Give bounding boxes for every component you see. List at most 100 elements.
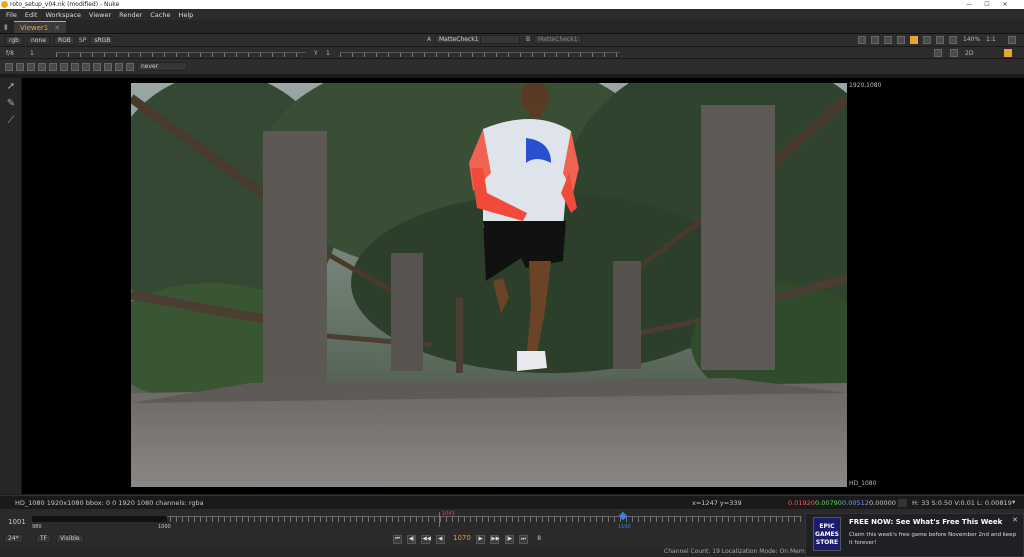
pixel-r-value: 0.01920 (788, 499, 815, 507)
close-button[interactable]: ✕ (998, 0, 1012, 9)
overlay-icon[interactable] (871, 36, 879, 44)
menu-viewer[interactable]: Viewer (89, 11, 111, 19)
notification-close-icon[interactable]: ✕ (1012, 516, 1018, 524)
fps-dropdown[interactable]: 24* (4, 534, 23, 543)
settings-gear-icon[interactable] (5, 62, 13, 71)
play-backward-fast-button[interactable]: ◀◀ (421, 535, 431, 544)
bezier-tool-icon[interactable]: ✎ (5, 98, 17, 110)
notification-toast[interactable]: EPIC GAMES STORE FREE NOW: See What's Fr… (805, 513, 1024, 557)
timeline-label-1000: 1000 (158, 524, 171, 530)
play-backward-button[interactable]: ◀ (435, 535, 445, 544)
menu-file[interactable]: File (6, 11, 17, 19)
pixel-g-value: 0.00790 (815, 499, 842, 507)
composite-mode-dropdown[interactable] (480, 35, 520, 44)
nuke-app-icon (1, 1, 8, 8)
menu-edit[interactable]: Edit (25, 11, 38, 19)
tool-icon-7[interactable] (115, 62, 123, 71)
tf-dropdown[interactable]: TF (36, 534, 52, 543)
tool-icon-5[interactable] (93, 62, 101, 71)
wipe-icon[interactable] (27, 62, 35, 71)
alpha-channel-dropdown[interactable]: none (26, 35, 50, 45)
next-keyframe-button[interactable]: |▶ (504, 535, 514, 544)
menu-bar: File Edit Workspace Viewer Render Cache … (0, 9, 1024, 20)
visible-dropdown[interactable]: Visible (56, 534, 84, 543)
viewer-tab-bar: ▮ Viewer1 ✕ (0, 20, 1024, 34)
fstop-label[interactable]: f/8 (6, 50, 14, 57)
current-frame-field[interactable]: 1070 (450, 534, 474, 542)
mask-icon[interactable] (897, 36, 905, 44)
input-b-dropdown[interactable]: MatteCheck1 (534, 35, 582, 44)
format-info: HD_1080 1920x1080 bbox: 0 0 1920 1080 ch… (15, 499, 204, 507)
epic-games-logo: EPIC GAMES STORE (813, 517, 841, 551)
menu-workspace[interactable]: Workspace (45, 11, 81, 19)
tab-close-icon[interactable]: ✕ (54, 24, 60, 32)
tool-icon-8[interactable] (126, 62, 134, 71)
tool-icon-6[interactable] (104, 62, 112, 71)
gamma-y-label: Y (314, 50, 318, 57)
bspline-tool-icon[interactable]: ⟋ (5, 115, 17, 127)
frame-step-field[interactable]: 8 (533, 535, 545, 542)
window-titlebar: roto_setup_v04.nk (modified) - Nuke — ☐ … (0, 0, 1024, 9)
gain-slider[interactable] (56, 52, 306, 57)
channels-dropdown[interactable]: rgb (5, 35, 23, 45)
colorspace-dropdown[interactable]: sRGB (90, 35, 115, 45)
pixel-hsvl: H: 33 S:0.50 V:0.01 L: 0.00819 (912, 499, 1012, 507)
input-a-dropdown[interactable]: MatteCheck1 (435, 35, 483, 44)
viewer-info-bar: HD_1080 1920x1080 bbox: 0 0 1920 1080 ch… (0, 495, 1024, 509)
skip-end-button[interactable]: ⏭ (518, 535, 528, 544)
tool-icon-3[interactable] (71, 62, 79, 71)
playback-controls: ⏮ ◀| ◀◀ ◀ 1070 ▶ ▶▶ |▶ ⏭ 8 (393, 534, 545, 544)
play-forward-fast-button[interactable]: ▶▶ (490, 535, 500, 544)
play-forward-button[interactable]: ▶ (476, 535, 486, 544)
tool-icon-1[interactable] (49, 62, 57, 71)
pixel-a-value: 0.00000 (869, 499, 896, 507)
menu-cache[interactable]: Cache (150, 11, 170, 19)
roi-icon[interactable] (858, 36, 866, 44)
viewer-crop-icon[interactable] (934, 49, 945, 59)
menu-render[interactable]: Render (119, 11, 142, 19)
viewer-image (131, 83, 847, 487)
format-label-top: 1920,1080 (849, 82, 882, 89)
viewer-controls-row1: rgb none RGB SP sRGB A MatteCheck1 B Mat… (0, 34, 1024, 47)
skip-start-button[interactable]: ⏮ (393, 535, 402, 544)
tab-menu-icon[interactable]: ▮ (4, 23, 8, 31)
format-label-bottom: HD_1080 (849, 480, 877, 487)
left-toolbar: ➚ ✎ ⟋ (0, 78, 22, 494)
proxy-mode-dropdown[interactable]: never (137, 62, 187, 71)
tool-icon-4[interactable] (82, 62, 90, 71)
clip-warning-icon[interactable] (16, 62, 24, 71)
region-icon[interactable] (38, 62, 46, 71)
paint-brush-icon[interactable] (1004, 49, 1015, 59)
tool-icon-2[interactable] (60, 62, 68, 71)
timeline-frame-left[interactable]: 1001 (8, 518, 26, 526)
fstop-value[interactable]: 1 (30, 50, 34, 57)
select-tool-icon[interactable]: ➚ (5, 81, 17, 93)
minimize-button[interactable]: — (962, 0, 976, 9)
lock-icon[interactable] (949, 36, 957, 44)
pixel-coords: x=1247 y=339 (692, 499, 742, 507)
ratio-dropdown[interactable]: 1:1 (986, 36, 996, 43)
timeline-current-label: 1043 (442, 511, 455, 517)
lut-icon[interactable] (910, 36, 918, 44)
timeline-current-marker[interactable] (439, 512, 440, 527)
viewer-controls-row3: never (0, 59, 1024, 75)
pause-icon[interactable] (936, 36, 944, 44)
zoom-dropdown[interactable]: 140% (963, 36, 980, 43)
viewer-controls-row2: f/8 1 Y 1 2D (0, 47, 1024, 59)
refresh-icon[interactable] (923, 36, 931, 44)
pixel-b-value: 0.00512 (842, 499, 869, 507)
guides-icon[interactable] (884, 36, 892, 44)
prev-keyframe-button[interactable]: ◀| (407, 535, 417, 544)
runner-photo (131, 83, 847, 487)
display-channels-dropdown[interactable]: RGB (53, 35, 75, 45)
tab-viewer1[interactable]: Viewer1 ✕ (14, 21, 67, 33)
viewer-settings-icon[interactable] (1008, 36, 1016, 44)
gamma-slider[interactable] (340, 52, 620, 57)
maximize-button[interactable]: ☐ (980, 0, 994, 9)
sp-label: SP (78, 36, 87, 44)
gamma-value[interactable]: 1 (326, 50, 330, 57)
view-mode-dropdown[interactable]: 2D (965, 50, 973, 57)
info-menu-icon[interactable]: ▾ (1012, 498, 1015, 506)
menu-help[interactable]: Help (178, 11, 193, 19)
transform-icon[interactable] (950, 49, 961, 59)
